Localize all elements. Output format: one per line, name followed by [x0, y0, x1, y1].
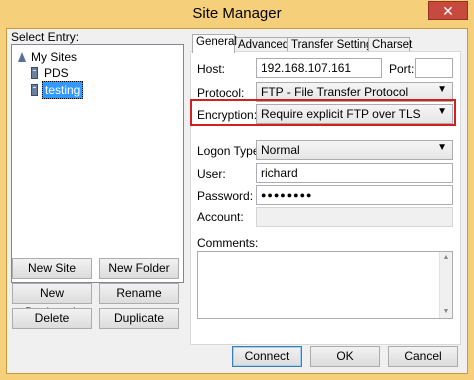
scroll-down-icon[interactable]: ▼ — [440, 306, 452, 318]
close-icon[interactable]: ✕ — [428, 1, 468, 20]
cancel-button[interactable]: Cancel — [388, 346, 458, 367]
encryption-highlight — [190, 99, 456, 126]
scroll-up-icon[interactable]: ▲ — [440, 252, 452, 264]
rename-button[interactable]: Rename — [99, 283, 179, 304]
chevron-down-icon: ▼ — [437, 142, 447, 153]
site-manager-window: Site Manager ✕ Select Entry: My Sites PD… — [0, 0, 474, 380]
port-label: Port: — [389, 62, 415, 76]
logon-type-value: Normal — [261, 143, 300, 157]
tab-general[interactable]: General — [192, 34, 237, 53]
tree-item-label: PDS — [44, 66, 69, 80]
dialog-body: Select Entry: My Sites PDS testing New S… — [6, 28, 468, 374]
account-label: Account: — [197, 210, 244, 224]
chevron-down-icon: ▼ — [437, 84, 447, 95]
logon-type-select[interactable]: Normal ▼ — [256, 140, 453, 160]
tree-item-label-selected: testing — [42, 81, 84, 99]
ok-button[interactable]: OK — [310, 346, 380, 367]
connect-button[interactable]: Connect — [232, 346, 302, 367]
comments-label: Comments: — [197, 236, 259, 250]
tree-root-label: My Sites — [31, 50, 78, 64]
comments-scrollbar[interactable]: ▲ ▼ — [439, 252, 452, 318]
account-input — [256, 207, 453, 227]
select-entry-label: Select Entry: — [11, 30, 80, 44]
duplicate-button[interactable]: Duplicate — [99, 308, 179, 329]
new-bookmark-button[interactable]: New Bookmark — [12, 283, 92, 319]
protocol-label: Protocol: — [197, 86, 245, 100]
server-icon — [31, 67, 38, 79]
protocol-value: FTP - File Transfer Protocol — [261, 85, 409, 99]
logon-type-label: Logon Type: — [197, 144, 263, 158]
server-icon — [31, 84, 38, 96]
host-label: Host: — [197, 62, 226, 76]
port-input[interactable] — [415, 58, 453, 78]
new-site-button[interactable]: New Site — [12, 258, 92, 279]
site-tree[interactable]: My Sites PDS testing — [11, 44, 184, 283]
password-label: Password: — [197, 189, 254, 203]
comments-textarea[interactable]: ▲ ▼ — [197, 251, 453, 319]
new-folder-button[interactable]: New Folder — [99, 258, 179, 279]
user-input[interactable]: richard — [256, 163, 453, 183]
window-title: Site Manager — [192, 5, 282, 22]
user-label: User: — [197, 167, 226, 181]
host-input[interactable]: 192.168.107.161 — [256, 58, 382, 78]
delete-button[interactable]: Delete — [12, 308, 92, 329]
password-input[interactable]: ●●●●●●●● — [256, 185, 453, 205]
sites-root-icon — [17, 51, 27, 63]
title-bar[interactable]: Site Manager ✕ — [0, 0, 474, 28]
